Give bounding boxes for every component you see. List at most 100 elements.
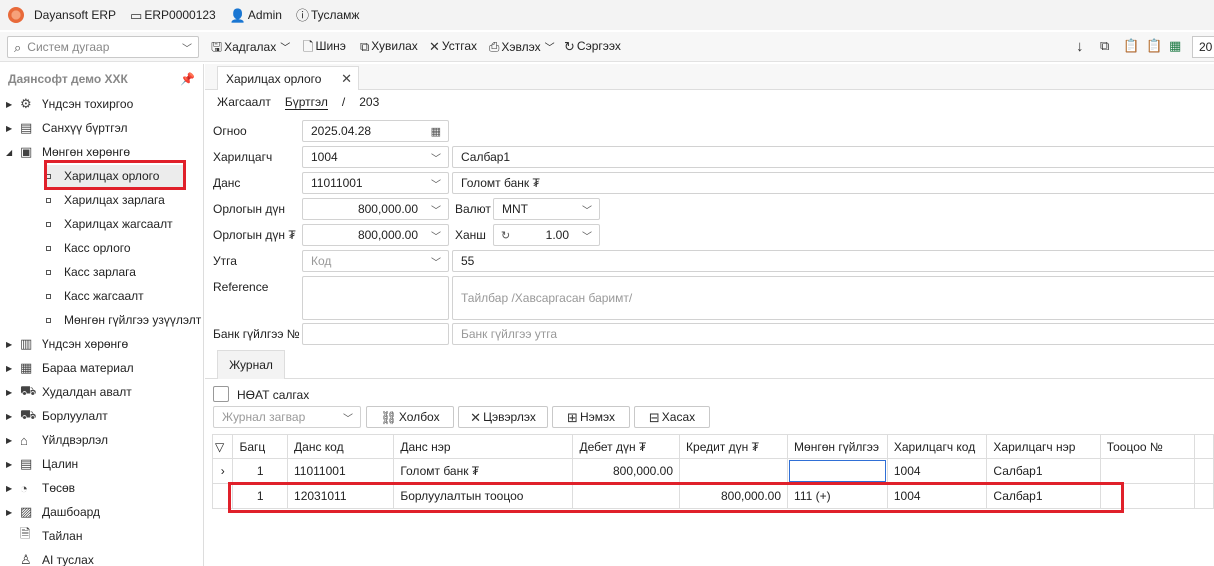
col-account-code[interactable]: Данс код	[287, 434, 395, 459]
sidebar-item-inventory[interactable]: ▶ ▦ Бараа материал	[0, 357, 203, 379]
cash-icon: ▣	[20, 144, 33, 159]
sidebar-item-settings[interactable]: ▶ ⚙ Үндсэн тохиргоо	[0, 93, 203, 115]
chevron-down-icon: ﹀	[431, 257, 441, 269]
caret-right-icon: ▶	[6, 99, 13, 109]
caret-right-icon: ▶	[6, 507, 13, 517]
date-field[interactable]: 2025.04.28 ▦	[302, 120, 449, 142]
reference-field[interactable]	[302, 276, 449, 320]
add-row-button[interactable]: ⊞ Нэмэх	[552, 406, 630, 428]
sidebar-item-report[interactable]: 🗎 Тайлан	[0, 525, 203, 547]
chevron-down-icon: ﹀	[431, 179, 441, 191]
help-button[interactable]: ⓘ Тусламж	[296, 8, 360, 22]
table-row[interactable]: 1 12031011 Борлуулалтын тооцоо 800,000.0…	[211, 483, 1214, 509]
calendar-icon[interactable]: ▦	[431, 125, 441, 138]
close-icon[interactable]: ✕	[341, 71, 352, 87]
copy-doc-button[interactable]: ⧉	[1100, 39, 1111, 52]
col-debit[interactable]: Дебет дүн ₮	[572, 434, 681, 459]
amount-field[interactable]: 800,000.00 ﹀	[302, 198, 449, 220]
sidebar-item-purchase[interactable]: ▶ ⛟ Худалдан авалт	[0, 381, 203, 403]
document-tabbar: Харилцах орлого ✕	[205, 64, 1214, 90]
sidebar-item-sales[interactable]: ▶ ⛟ Борлуулалт	[0, 405, 203, 427]
remove-row-button[interactable]: ⊟ Хасах	[634, 406, 710, 428]
page-size-input[interactable]: 20	[1192, 36, 1214, 58]
user-menu[interactable]: 👤 Admin	[230, 8, 282, 22]
vat-checkbox[interactable]	[213, 386, 229, 402]
excel-button[interactable]: ▦	[1169, 39, 1183, 52]
clear-button[interactable]: ✕ Цэвэрлэх	[458, 406, 548, 428]
rate-field[interactable]: ↻ 1.00 ﹀	[493, 224, 600, 246]
col-partner-name[interactable]: Харилцагч нэр	[986, 434, 1101, 459]
bullet-icon	[46, 245, 51, 251]
sidebar-item-finance[interactable]: ▶ ▤ Санхүү бүртгэл	[0, 117, 203, 139]
link-button[interactable]: ⛓ Холбох	[366, 406, 454, 428]
sidebar-subitem-cash-income[interactable]: Касс орлого	[46, 237, 131, 259]
bullet-icon	[46, 221, 51, 227]
sidebar-item-budget[interactable]: ▶ ◔ Төсөв	[0, 477, 203, 499]
table-row[interactable]: › 1 11011001 Голомт банк ₮ 800,000.00 10…	[211, 458, 1214, 484]
col-credit[interactable]: Кредит дүн ₮	[679, 434, 789, 459]
sidebar-subitem-bank-income[interactable]: Харилцах орлого	[46, 165, 184, 187]
help-icon: ⓘ	[295, 7, 309, 23]
box-icon: ▦	[20, 360, 33, 375]
caret-right-icon: ▶	[6, 411, 13, 421]
cashflow-cell-editor[interactable]	[787, 458, 888, 484]
sidebar-subitem-cashflow[interactable]: Мөнгөн гүйлгээ узүүлэлт	[46, 309, 201, 331]
sidebar-item-ai[interactable]: ♙ AI туслах	[0, 549, 203, 566]
flow-code-select[interactable]: Код ﹀	[302, 250, 449, 272]
clipboard-button[interactable]: 📋	[1123, 39, 1141, 52]
paste-button[interactable]: 📋	[1146, 39, 1164, 52]
account-code-select[interactable]: 11011001 ﹀	[302, 172, 449, 194]
sidebar-subitem-cash-expense[interactable]: Касс зарлага	[46, 261, 136, 283]
filter-icon[interactable]: ▽	[211, 434, 234, 459]
sidebar-item-payroll[interactable]: ▶ ▤ Цалин	[0, 453, 203, 475]
tab-journal[interactable]: Журнал	[217, 350, 285, 379]
main-toolbar: ⌕ Систем дугаар ﹀ 🖫 Хадгалах ﹀ 🗋 Шинэ ⧉ Хуви…	[0, 32, 1214, 62]
search-input[interactable]: ⌕ Систем дугаар ﹀	[7, 36, 199, 58]
copy-button[interactable]: ⧉ Хувилах	[360, 39, 418, 53]
tab-bank-income[interactable]: Харилцах орлого ✕	[217, 66, 359, 90]
breadcrumb-list[interactable]: Жагсаалт	[217, 95, 271, 110]
new-button[interactable]: 🗋 Шинэ	[303, 39, 346, 53]
account-name-field[interactable]: Голомт банк ₮	[452, 172, 1214, 194]
sidebar-subitem-bank-expense[interactable]: Харилцах зарлага	[46, 189, 165, 211]
sidebar-subitem-cash-list[interactable]: Касс жагсаалт	[46, 285, 144, 307]
print-button[interactable]: ⎙ Хэвлэх ﹀	[489, 39, 555, 55]
breadcrumb-register[interactable]: Бүртгэл	[284, 95, 328, 110]
col-partner-code[interactable]: Харилцагч код	[886, 434, 988, 459]
database-selector[interactable]: ▭ ERP0000123	[130, 8, 216, 22]
sidebar-item-fixed-assets[interactable]: ▶ ▥ Үндсэн хөрөнгө	[0, 333, 203, 355]
flow-value-field[interactable]: 55	[452, 250, 1214, 272]
ledger-icon: ▤	[20, 120, 33, 135]
documents-icon: ⧉	[1100, 38, 1110, 53]
chevron-down-icon: ﹀	[544, 43, 555, 54]
bank-txn-desc-field[interactable]: Банк гүйлгээ утга	[452, 323, 1214, 345]
partner-code-select[interactable]: 1004 ﹀	[302, 146, 449, 168]
dashboard-icon: ▨	[20, 504, 33, 519]
sidebar-subitem-bank-list[interactable]: Харилцах жагсаалт	[46, 213, 173, 235]
amount-mnt-field[interactable]: 800,000.00 ﹀	[302, 224, 449, 246]
sidebar-item-cash[interactable]: ◢ ▣ Мөнгөн хөрөнгө	[0, 141, 203, 163]
chevron-down-icon: ﹀	[431, 205, 441, 217]
date-label: Огноо	[213, 124, 247, 138]
note-field[interactable]: Тайлбар /Хавсаргасан баримт/	[452, 276, 1214, 320]
journal-template-select[interactable]: Журнал загвар ﹀	[213, 406, 361, 428]
col-batch[interactable]: Багц	[232, 434, 289, 459]
partner-name-field[interactable]: Салбар1	[452, 146, 1214, 168]
col-cashflow[interactable]: Мөнгөн гүйлгээ	[787, 434, 888, 459]
bank-txn-field[interactable]	[302, 323, 449, 345]
database-icon: ▭	[130, 7, 143, 23]
pin-icon[interactable]: 📌	[180, 72, 195, 86]
col-account-name[interactable]: Данс нэр	[393, 434, 574, 459]
ai-icon: ♙	[20, 552, 32, 566]
save-button[interactable]: 🖫 Хадгалах ﹀	[211, 39, 290, 55]
currency-select[interactable]: MNT ﹀	[493, 198, 600, 220]
calculator-icon: ▤	[20, 456, 33, 471]
refresh-button[interactable]: ↻ Сэргээх	[564, 39, 621, 53]
sidebar-item-dashboard[interactable]: ▶ ▨ Дашбоард	[0, 501, 203, 523]
download-button[interactable]: ↓	[1076, 39, 1086, 54]
row-expander-icon[interactable]: ›	[211, 458, 234, 484]
delete-button[interactable]: ✕ Устгах	[429, 39, 477, 53]
sidebar-item-production[interactable]: ▶ ⌂ Үйлдвэрлэл	[0, 429, 203, 451]
col-settlement[interactable]: Тооцоо №	[1099, 434, 1195, 459]
refresh-icon[interactable]: ↻	[501, 229, 510, 242]
